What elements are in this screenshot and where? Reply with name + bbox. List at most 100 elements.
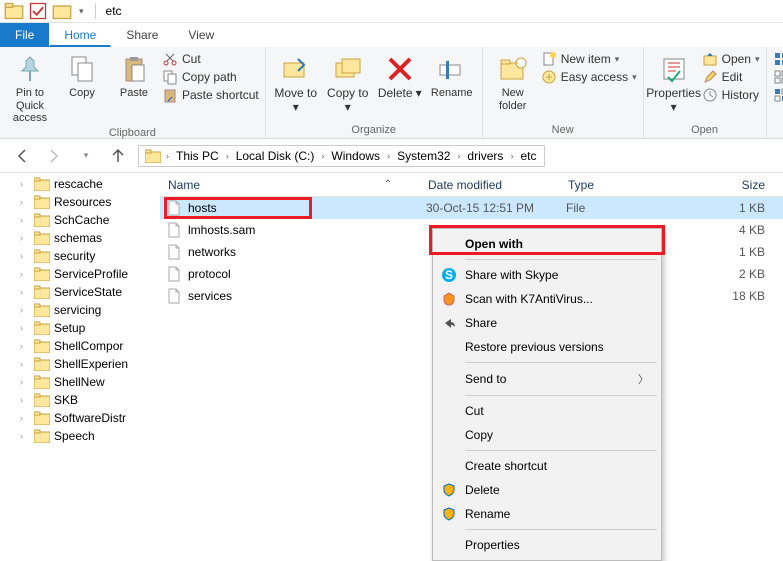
crumb-seg[interactable]: drivers (465, 149, 505, 163)
tab-view[interactable]: View (173, 23, 229, 47)
column-headers[interactable]: Name⌃ Date modified Type Size (160, 173, 783, 197)
folder-icon (34, 411, 50, 425)
ctx-copy[interactable]: Copy (435, 423, 659, 447)
breadcrumb[interactable]: › This PC› Local Disk (C:)› Windows› Sys… (138, 145, 545, 167)
ctx-share[interactable]: Share (435, 311, 659, 335)
tree-item-label: ServiceProfile (54, 267, 128, 281)
paste-button[interactable]: Paste (110, 49, 158, 100)
tree-item-label: rescache (54, 177, 103, 191)
new-folder-button[interactable]: New folder (489, 49, 537, 112)
qat-dropdown-icon[interactable] (52, 1, 72, 21)
tree-item[interactable]: ›SchCache (20, 211, 160, 229)
tree-item[interactable]: ›Speech (20, 427, 160, 445)
delete-x-icon (384, 53, 416, 85)
copy-button[interactable]: Copy (58, 49, 106, 100)
folder-icon (34, 177, 50, 191)
tree-item[interactable]: ›ServiceProfile (20, 265, 160, 283)
tree-item[interactable]: ›ShellExperien (20, 355, 160, 373)
delete-button[interactable]: Delete ▾ (376, 49, 424, 101)
file-name: networks (188, 245, 236, 259)
history-button[interactable]: History (702, 87, 760, 103)
ctx-delete[interactable]: Delete (435, 478, 659, 502)
tree-item[interactable]: ›rescache (20, 175, 160, 193)
invert-selection-button[interactable]: Invert (773, 87, 783, 103)
tree-item[interactable]: ›Setup (20, 319, 160, 337)
new-item-button[interactable]: New item ▾ (541, 51, 637, 67)
file-size: 1 KB (723, 245, 783, 259)
tree-item[interactable]: ›schemas (20, 229, 160, 247)
tree-item[interactable]: ›SKB (20, 391, 160, 409)
ctx-share-skype[interactable]: SShare with Skype (435, 263, 659, 287)
shield-icon (441, 482, 457, 498)
folder-icon (145, 149, 161, 163)
ribbon: Pin to Quick access Copy Paste Cut Copy … (0, 47, 783, 139)
up-button[interactable] (106, 144, 130, 168)
folder-tree[interactable]: ›rescache›Resources›SchCache›schemas›sec… (0, 173, 160, 545)
chevron-right-icon: › (20, 197, 30, 207)
tree-item-label: ShellCompor (54, 339, 123, 353)
crumb-seg[interactable]: Local Disk (C:) (234, 149, 317, 163)
paste-shortcut-button[interactable]: Paste shortcut (162, 87, 259, 103)
ctx-rename[interactable]: Rename (435, 502, 659, 526)
file-size: 4 KB (723, 223, 783, 237)
tree-item[interactable]: ›ShellNew (20, 373, 160, 391)
tree-item[interactable]: ›SoftwareDistr (20, 409, 160, 427)
tab-file[interactable]: File (0, 23, 49, 47)
select-none-icon (773, 69, 783, 85)
ctx-open-with[interactable]: Open with (435, 232, 659, 256)
paste-icon (118, 53, 150, 85)
pin-button[interactable]: Pin to Quick access (6, 49, 54, 125)
ctx-properties[interactable]: Properties (435, 533, 659, 557)
file-icon (166, 244, 182, 260)
ctx-cut[interactable]: Cut (435, 399, 659, 423)
tree-item[interactable]: ›Resources (20, 193, 160, 211)
recent-dropdown[interactable]: ▾ (74, 144, 98, 168)
tree-item[interactable]: ›ServiceState (20, 283, 160, 301)
copy-path-button[interactable]: Copy path (162, 69, 259, 85)
tree-item-label: SchCache (54, 213, 109, 227)
edit-button[interactable]: Edit (702, 69, 760, 85)
rename-button[interactable]: Rename (428, 49, 476, 100)
properties-button[interactable]: Properties ▾ (650, 49, 698, 115)
tree-item[interactable]: ›servicing (20, 301, 160, 319)
select-all-button[interactable]: Select (773, 51, 783, 67)
select-none-button[interactable]: Select (773, 69, 783, 85)
shield-icon (441, 506, 457, 522)
share-icon (441, 315, 457, 331)
ctx-restore[interactable]: Restore previous versions (435, 335, 659, 359)
crumb-seg[interactable]: etc (518, 149, 538, 163)
easy-access-icon (541, 69, 557, 85)
ribbon-tabs: File Home Share View (0, 23, 783, 47)
chevron-down-icon[interactable]: ▾ (76, 6, 87, 17)
chevron-right-icon: › (20, 395, 30, 405)
crumb-seg[interactable]: System32 (395, 149, 452, 163)
tab-share[interactable]: Share (111, 23, 173, 47)
tree-item[interactable]: ›security (20, 247, 160, 265)
chevron-right-icon: › (20, 359, 30, 369)
tree-item-label: security (54, 249, 95, 263)
ctx-create-shortcut[interactable]: Create shortcut (435, 454, 659, 478)
open-button[interactable]: Open ▾ (702, 51, 760, 67)
copy-to-button[interactable]: Copy to ▾ (324, 49, 372, 115)
new-item-icon (541, 51, 557, 67)
crumb-seg[interactable]: This PC (174, 149, 221, 163)
chevron-right-icon: › (20, 323, 30, 333)
paste-shortcut-icon (162, 87, 178, 103)
ctx-scan[interactable]: Scan with K7AntiVirus... (435, 287, 659, 311)
tree-item-label: ServiceState (54, 285, 122, 299)
ctx-send-to[interactable]: Send to〉 (435, 366, 659, 392)
tab-home[interactable]: Home (49, 23, 111, 47)
group-open-label: Open (650, 122, 760, 138)
tree-item-label: schemas (54, 231, 102, 245)
forward-button[interactable] (42, 144, 66, 168)
tree-item-label: ShellNew (54, 375, 105, 389)
back-button[interactable] (10, 144, 34, 168)
tree-item[interactable]: ›ShellCompor (20, 337, 160, 355)
crumb-seg[interactable]: Windows (329, 149, 382, 163)
cut-button[interactable]: Cut (162, 51, 259, 67)
file-name: hosts (188, 201, 217, 215)
easy-access-button[interactable]: Easy access ▾ (541, 69, 637, 85)
qat-properties-icon[interactable] (28, 1, 48, 21)
move-to-button[interactable]: Move to ▾ (272, 49, 320, 115)
file-row[interactable]: hosts30-Oct-15 12:51 PMFile1 KB (160, 197, 783, 219)
